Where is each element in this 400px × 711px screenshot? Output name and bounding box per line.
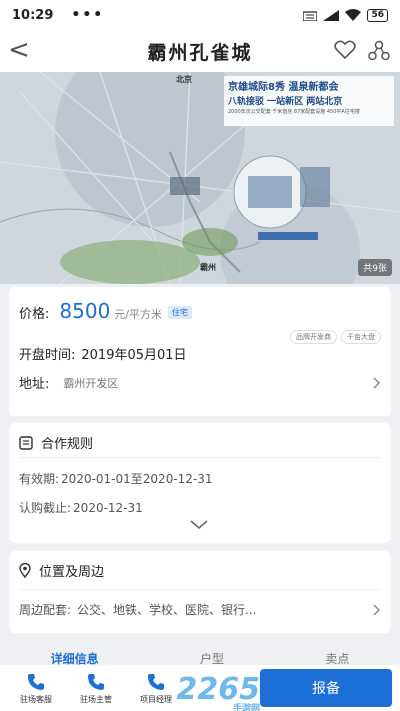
cooperation-rules-card: 合作规则 有效期: 2020-01-01至2020-12-31 认购截止: 2020…	[9, 423, 391, 543]
chevron-right-icon	[373, 603, 381, 616]
open-date-row: 开盘时间: 2019年05月01日	[19, 344, 187, 363]
price-row: 价格: 8500 元/平方米 住宅	[19, 299, 193, 323]
deadline-row: 认购截止: 2020-12-31	[19, 499, 143, 516]
onsite-supervisor-label: 驻场主管	[80, 694, 112, 704]
share-icon[interactable]	[368, 40, 390, 62]
deadline-label: 认购截止:	[19, 501, 72, 515]
status-bar: 10:29 ••• 56	[0, 0, 400, 30]
location-card: 位置及周边 周边配套: 公交、地铁、学校、医院、银行...	[9, 551, 391, 633]
report-button[interactable]: 报备	[260, 669, 392, 707]
onsite-service-label: 驻场客服	[20, 694, 52, 704]
feature-tag: 品牌开发商	[290, 330, 337, 344]
ad-text-box: 京雄城际8秀 温泉新都会 八轨接驳 一站新区 两站北京 2000年次公交配套 千…	[224, 76, 394, 126]
wifi-icon	[345, 9, 362, 21]
phone-icon	[88, 673, 104, 690]
image-count-badge[interactable]: 共9张	[358, 259, 392, 276]
feature-tag: 千亩大盘	[341, 330, 381, 344]
chevron-down-icon[interactable]	[190, 520, 208, 530]
open-date-label: 开盘时间:	[19, 348, 76, 363]
status-indicators: 56	[303, 8, 388, 22]
map-label-bazhou: 霸州	[200, 263, 216, 272]
back-icon[interactable]: <	[8, 36, 30, 64]
price-value: 8500	[59, 299, 111, 323]
document-icon	[19, 435, 33, 450]
ad-headline: 京雄城际8秀 温泉新都会	[228, 82, 339, 93]
heart-icon[interactable]	[334, 40, 356, 60]
call-onsite-service-button[interactable]: 驻场客服	[8, 672, 64, 705]
location-title: 位置及周边	[39, 565, 105, 580]
valid-period-label: 有效期:	[19, 472, 60, 486]
address-value: 霸州开发区	[63, 376, 119, 390]
facilities-row[interactable]: 周边配套: 公交、地铁、学校、医院、银行...	[19, 601, 381, 618]
valid-period-row: 有效期: 2020-01-01至2020-12-31	[19, 470, 213, 487]
property-type-badge: 住宅	[168, 306, 193, 319]
phone-icon	[28, 673, 44, 690]
chevron-right-icon	[373, 376, 381, 389]
battery-icon: 56	[367, 8, 388, 22]
open-date-value: 2019年05月01日	[81, 348, 187, 363]
sim-icon	[303, 10, 318, 21]
status-time: 10:29	[12, 7, 54, 23]
deadline-value: 2020-12-31	[73, 501, 143, 515]
address-label: 地址:	[19, 377, 50, 392]
site-watermark: 2265 手游网	[177, 672, 261, 711]
map-label-beijing: 北京	[176, 75, 192, 84]
feature-tags: 品牌开发商 千亩大盘	[290, 330, 381, 344]
phone-icon	[148, 673, 164, 690]
facilities-label: 周边配套:	[19, 603, 72, 617]
call-onsite-supervisor-button[interactable]: 驻场主管	[68, 672, 124, 705]
status-dots: •••	[71, 7, 105, 23]
signal-icon	[323, 9, 340, 21]
ad-details: 2000年次公交配套 千米首店 87家配套设施 450平A住宅楼	[228, 109, 360, 115]
nav-bar: < 霸州孔雀城	[0, 30, 400, 72]
location-pin-icon	[19, 563, 31, 578]
rules-title: 合作规则	[41, 437, 94, 452]
address-row[interactable]: 地址: 霸州开发区	[19, 373, 381, 392]
price-label: 价格:	[19, 307, 50, 322]
rules-header: 合作规则	[19, 433, 93, 452]
valid-period-value: 2020-01-01至2020-12-31	[61, 472, 213, 486]
project-banner-image[interactable]: 北京 霸州 京雄城际8秀 温泉新都会 八轨接驳 一站新区 两站北京 2000年次…	[0, 72, 400, 284]
price-unit: 元/平方米	[114, 308, 163, 321]
ad-subheadline: 八轨接驳 一站新区 两站北京	[228, 97, 343, 107]
basic-info-card: 价格: 8500 元/平方米 住宅 品牌开发商 千亩大盘 开盘时间: 2019年0…	[9, 287, 391, 416]
facilities-value: 公交、地铁、学校、医院、银行...	[77, 603, 257, 617]
project-manager-label: 项目经理	[140, 694, 172, 704]
page-title: 霸州孔雀城	[147, 41, 253, 64]
divider	[19, 457, 381, 458]
divider	[19, 589, 381, 590]
location-header: 位置及周边	[19, 561, 104, 580]
